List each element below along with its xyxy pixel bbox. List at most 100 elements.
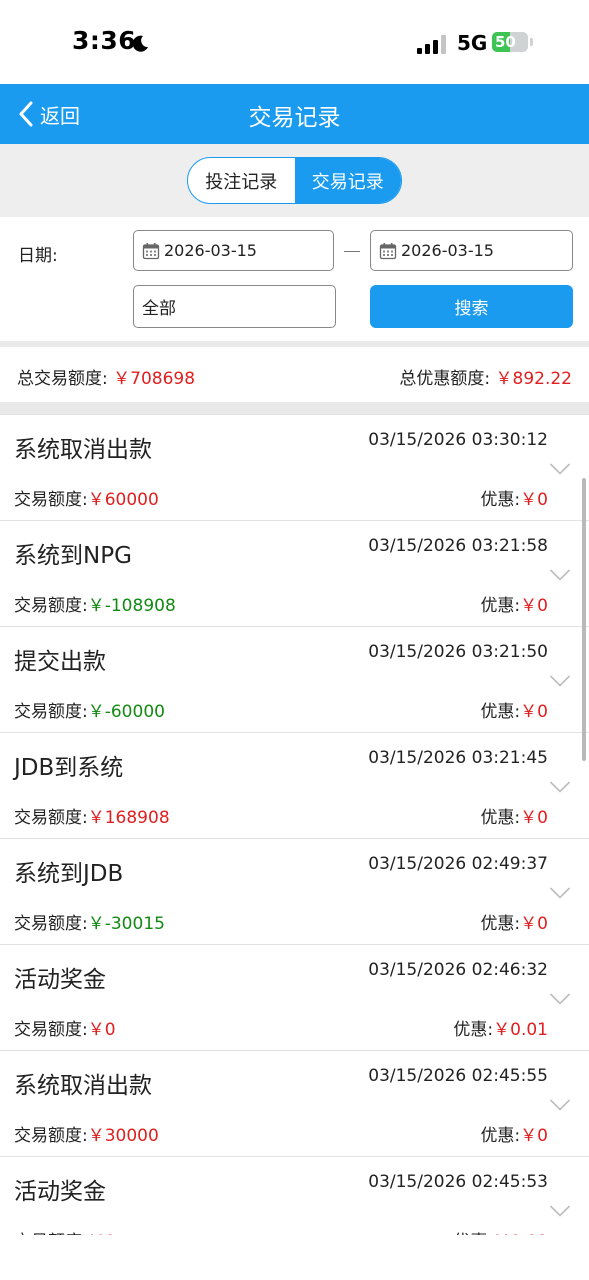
record-type: 系统取消出款 [14,1073,152,1099]
amount-value: ￥30000 [87,1126,159,1146]
battery-cap [530,38,533,46]
discount-value: ￥0.01 [493,1232,548,1235]
list-item[interactable]: 系统取消出款 03/15/2026 03:30:12 交易额度:￥60000 优… [0,415,589,521]
discount-label: 优惠: [480,702,521,722]
amount-label: 交易额度: [14,808,88,828]
record-amount: 交易额度:￥-30015 [14,909,165,934]
discount-value: ￥0.01 [493,1020,548,1040]
total-discount-value: ￥892.22 [495,369,572,389]
chevron-down-icon[interactable] [549,780,571,794]
moon-icon [132,35,148,52]
record-discount: 优惠:￥0.01 [453,1015,548,1040]
record-time: 03/15/2026 03:21:45 [368,748,548,768]
amount-label: 交易额度: [14,490,88,510]
record-amount: 交易额度:￥-108908 [14,591,176,616]
nav-header: 返回 交易记录 [0,84,589,144]
chevron-down-icon[interactable] [549,992,571,1006]
amount-label: 交易额度: [14,1126,88,1146]
list-item[interactable]: 系统取消出款 03/15/2026 02:45:55 交易额度:￥30000 优… [0,1051,589,1157]
discount-label: 优惠: [480,914,521,934]
tab-bar: 投注记录 交易记录 [0,144,589,217]
total-discount-label: 总优惠额度: [399,369,491,389]
total-discount: 总优惠额度: ￥892.22 [399,364,572,389]
scrollbar[interactable] [582,478,586,761]
discount-value: ￥0 [520,808,548,828]
record-type: 系统到NPG [14,543,132,569]
calendar-icon [379,242,397,259]
record-discount: 优惠:￥0 [480,591,548,616]
filter-panel: 日期: 2026-03-15 2026-03-15 全部 搜索 [0,217,589,341]
chevron-down-icon[interactable] [549,1098,571,1112]
status-bar: 3:36 5G 50 [0,0,589,84]
record-time: 03/15/2026 03:21:50 [368,642,548,662]
record-type: 系统到JDB [14,861,124,887]
record-amount: 交易额度:￥0 [14,1015,116,1040]
totals-bar: 总交易额度: ￥708698 总优惠额度: ￥892.22 [0,347,589,402]
record-amount: 交易额度:￥168908 [14,803,170,828]
network-label: 5G [457,31,488,55]
start-date-value: 2026-03-15 [164,241,257,260]
record-time: 03/15/2026 02:45:53 [368,1172,548,1192]
chevron-down-icon[interactable] [549,886,571,900]
record-type: JDB到系统 [14,755,124,781]
list-item[interactable]: JDB到系统 03/15/2026 03:21:45 交易额度:￥168908 … [0,733,589,839]
list-item[interactable]: 提交出款 03/15/2026 03:21:50 交易额度:￥-60000 优惠… [0,627,589,733]
discount-value: ￥0 [520,702,548,722]
record-type: 活动奖金 [14,967,106,993]
amount-label: 交易额度: [14,914,88,934]
end-date-value: 2026-03-15 [401,241,494,260]
calendar-icon [142,242,160,259]
amount-value: ￥-30015 [87,914,165,934]
record-discount: 优惠:￥0 [480,697,548,722]
amount-value: ￥-108908 [87,596,176,616]
discount-label: 优惠: [480,596,521,616]
record-discount: 优惠:￥0 [480,803,548,828]
amount-value: ￥168908 [87,808,170,828]
tab-bet-records[interactable]: 投注记录 [188,158,295,203]
list-item[interactable]: 活动奖金 03/15/2026 02:46:32 交易额度:￥0 优惠:￥0.0… [0,945,589,1051]
end-date-input[interactable]: 2026-03-15 [370,230,573,271]
battery-icon: 50 [492,32,528,52]
status-time: 3:36 [72,26,137,55]
list-item[interactable]: 活动奖金 03/15/2026 02:45:53 交易额度:￥0 优惠:￥0.0… [0,1157,589,1235]
record-type: 活动奖金 [14,1179,106,1205]
date-separator [344,251,360,252]
total-trade-value: ￥708698 [113,369,196,389]
list-item[interactable]: 系统到NPG 03/15/2026 03:21:58 交易额度:￥-108908… [0,521,589,627]
tab-transaction-records[interactable]: 交易记录 [294,158,401,203]
record-time: 03/15/2026 02:46:32 [368,960,548,980]
divider [0,402,589,414]
chevron-down-icon[interactable] [549,568,571,582]
record-amount: 交易额度:￥-60000 [14,697,165,722]
chevron-down-icon[interactable] [549,674,571,688]
amount-label: 交易额度: [14,596,88,616]
start-date-input[interactable]: 2026-03-15 [133,230,334,271]
chevron-down-icon[interactable] [549,462,571,476]
page-title: 交易记录 [248,105,341,131]
discount-label: 优惠: [480,1126,521,1146]
record-amount: 交易额度:￥60000 [14,485,159,510]
amount-label: 交易额度: [14,702,88,722]
record-time: 03/15/2026 03:21:58 [368,536,548,556]
type-select[interactable]: 全部 [133,285,336,328]
date-label: 日期: [18,246,58,266]
discount-label: 优惠: [480,490,521,510]
record-amount: 交易额度:￥30000 [14,1121,159,1146]
discount-label: 优惠: [480,808,521,828]
record-discount: 优惠:￥0 [480,1121,548,1146]
total-trade: 总交易额度: ￥708698 [17,364,195,389]
record-list: 系统取消出款 03/15/2026 03:30:12 交易额度:￥60000 优… [0,414,589,1235]
total-trade-label: 总交易额度: [17,369,108,389]
list-item[interactable]: 系统到JDB 03/15/2026 02:49:37 交易额度:￥-30015 … [0,839,589,945]
signal-icon [417,35,447,54]
amount-value: ￥-60000 [87,702,165,722]
record-discount: 优惠:￥0 [480,909,548,934]
amount-label: 交易额度: [14,1020,88,1040]
search-button[interactable]: 搜索 [370,285,573,328]
battery-level: 50 [495,33,516,51]
discount-value: ￥0 [520,490,548,510]
discount-label: 优惠: [453,1232,493,1235]
amount-value: ￥0 [87,1020,116,1040]
discount-value: ￥0 [520,914,548,934]
chevron-down-icon[interactable] [549,1204,571,1218]
